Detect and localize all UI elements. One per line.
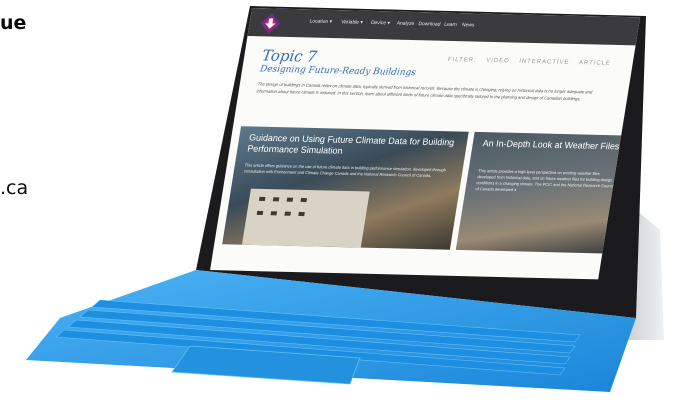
nav-analyze[interactable]: Analyze	[396, 21, 415, 27]
article-card-1[interactable]: Guidance on Using Future Climate Data fo…	[222, 126, 469, 250]
nav-download[interactable]: Download	[418, 21, 441, 28]
site-navbar: Location ▾ Variable ▾ Device ▾ Analyze D…	[247, 8, 641, 46]
filter-label: FILTER:	[447, 56, 478, 64]
window	[272, 197, 280, 202]
tab-video[interactable]: VIDEO	[486, 58, 510, 65]
window	[258, 196, 266, 202]
card-description: This article provides a high-level persp…	[475, 168, 615, 193]
window	[300, 197, 308, 203]
tab-interactive[interactable]: INTERACTIVE	[519, 59, 570, 66]
page-title: Topic 7	[260, 46, 319, 66]
window	[256, 210, 264, 216]
nav-device[interactable]: Device ▾	[370, 20, 390, 26]
window	[270, 211, 278, 216]
card-description: This article offers guidance on the use …	[243, 162, 447, 178]
card-title: An In-Depth Look at Weather Files	[482, 138, 621, 152]
nav-variable[interactable]: Variable ▾	[341, 19, 364, 26]
card-title: Guidance on Using Future Climate Data fo…	[246, 132, 456, 156]
window	[286, 197, 294, 202]
nav-location[interactable]: Location ▾	[309, 18, 333, 25]
tablet-screen: Location ▾ Variable ▾ Device ▾ Analyze D…	[210, 8, 641, 280]
window	[284, 211, 291, 216]
filter-tabs: FILTER: VIDEO INTERACTIVE ARTICLE	[441, 56, 611, 67]
tab-article[interactable]: ARTICLE	[578, 60, 611, 67]
article-card-2[interactable]: An In-Depth Look at Weather Files This a…	[455, 131, 634, 254]
window	[298, 211, 305, 217]
nav-learn[interactable]: Learn	[444, 22, 458, 28]
intro-paragraph: The design of buildings in Canada relies…	[256, 81, 593, 102]
site-logo-icon	[260, 13, 281, 34]
page-subtitle: Designing Future-Ready Buildings	[259, 64, 417, 79]
nav-news[interactable]: News	[461, 22, 474, 28]
